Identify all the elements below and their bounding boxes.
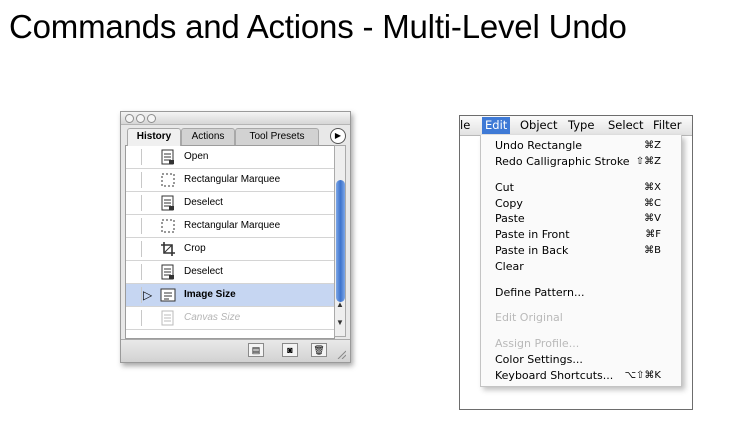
menu-item-define-pattern[interactable]: Define Pattern... — [495, 286, 584, 299]
zoom-icon[interactable] — [147, 114, 156, 123]
new-snapshot-icon[interactable]: ◙ — [282, 343, 298, 357]
source-checkbox[interactable] — [128, 149, 142, 165]
shortcut-redo: ⇧⌘Z — [635, 156, 661, 167]
history-item-label: Canvas Size — [184, 312, 241, 323]
palette-titlebar[interactable] — [121, 112, 350, 125]
scroll-up-icon[interactable]: ▲ — [335, 300, 345, 309]
shortcut-paste: ⌘V — [644, 213, 661, 224]
source-checkbox[interactable] — [128, 241, 142, 257]
menu-item-paste[interactable]: Paste — [495, 212, 525, 225]
menubar: le Edit Object Type Select Filter — [460, 116, 692, 136]
history-item-label: Rectangular Marquee — [184, 220, 281, 231]
history-list: Open Rectangular Marquee Deselect Rectan… — [125, 145, 335, 339]
menu-type[interactable]: Type — [568, 118, 594, 132]
menu-separator — [481, 329, 681, 330]
menu-item-assign-profile: Assign Profile... — [495, 337, 580, 350]
menu-item-keyboard-shortcuts[interactable]: Keyboard Shortcuts... — [495, 369, 613, 382]
history-item-label: Crop — [184, 243, 206, 254]
history-state-slider-icon[interactable]: ▷ — [143, 289, 152, 301]
menu-edit[interactable]: Edit — [482, 117, 511, 134]
history-scrollbar[interactable]: ▲ ▼ — [334, 145, 346, 337]
tab-tool-presets[interactable]: Tool Presets — [235, 128, 319, 145]
shortcut-keyboard-shortcuts: ⌥⇧⌘K — [624, 370, 661, 381]
source-checkbox[interactable] — [128, 172, 142, 188]
shortcut-paste-in-back: ⌘B — [644, 245, 661, 256]
image-size-icon — [160, 287, 176, 303]
tab-history[interactable]: History — [127, 128, 181, 146]
resize-grip-icon[interactable] — [336, 349, 346, 359]
edit-menu-dropdown: Undo Rectangle ⌘Z Redo Calligraphic Stro… — [480, 135, 682, 387]
source-checkbox[interactable] — [128, 195, 142, 211]
scrollbar-thumb[interactable] — [336, 180, 345, 302]
history-item[interactable]: Crop — [126, 238, 334, 261]
shortcut-paste-in-front: ⌘F — [645, 229, 661, 240]
source-checkbox[interactable] — [128, 264, 142, 280]
history-item-undone[interactable]: Canvas Size — [126, 307, 334, 330]
palette-bottom-bar: ▤ ◙ 🗑 — [121, 339, 350, 362]
menu-separator — [481, 304, 681, 305]
shortcut-copy: ⌘C — [644, 198, 661, 209]
document-icon — [160, 149, 176, 165]
menu-item-paste-in-back[interactable]: Paste in Back — [495, 244, 568, 257]
source-checkbox[interactable] — [128, 287, 142, 303]
history-item[interactable]: Rectangular Marquee — [126, 215, 334, 238]
document-icon — [160, 195, 176, 211]
source-checkbox[interactable] — [128, 218, 142, 234]
palette-tabs: History Actions Tool Presets — [127, 128, 345, 146]
menu-screenshot: le Edit Object Type Select Filter Undo R… — [459, 115, 693, 410]
history-item-label: Deselect — [184, 266, 223, 277]
history-item-label: Rectangular Marquee — [184, 174, 281, 185]
trash-icon[interactable]: 🗑 — [311, 343, 327, 357]
minimize-icon[interactable] — [136, 114, 145, 123]
palette-menu-icon[interactable]: ▶ — [330, 128, 346, 144]
new-document-from-state-icon[interactable]: ▤ — [248, 343, 264, 357]
source-checkbox[interactable] — [128, 310, 142, 326]
history-item-selected[interactable]: ▷ Image Size — [126, 284, 334, 307]
history-item[interactable]: Rectangular Marquee — [126, 169, 334, 192]
menu-file[interactable]: le — [460, 118, 470, 132]
close-icon[interactable] — [125, 114, 134, 123]
shortcut-undo: ⌘Z — [644, 140, 661, 151]
document-icon — [160, 264, 176, 280]
menu-select[interactable]: Select — [608, 118, 643, 132]
menu-separator — [481, 278, 681, 279]
marquee-icon — [160, 218, 176, 234]
menu-item-redo[interactable]: Redo Calligraphic Stroke — [495, 155, 630, 168]
menu-item-clear[interactable]: Clear — [495, 260, 524, 273]
history-item[interactable]: Deselect — [126, 192, 334, 215]
scroll-down-icon[interactable]: ▼ — [335, 318, 345, 327]
slide-title: Commands and Actions - Multi-Level Undo — [9, 8, 627, 45]
crop-icon — [160, 241, 176, 257]
document-icon — [160, 310, 176, 326]
history-item-label: Open — [184, 151, 209, 162]
history-palette: History Actions Tool Presets ▶ Open Rect… — [120, 111, 351, 363]
shortcut-cut: ⌘X — [644, 182, 661, 193]
menu-item-undo[interactable]: Undo Rectangle — [495, 139, 582, 152]
menu-item-copy[interactable]: Copy — [495, 197, 523, 210]
menu-item-paste-in-front[interactable]: Paste in Front — [495, 228, 570, 241]
marquee-icon — [160, 172, 176, 188]
history-item[interactable]: Open — [126, 146, 334, 169]
history-item-label: Image Size — [184, 289, 236, 300]
tab-actions[interactable]: Actions — [181, 128, 235, 145]
menu-filter[interactable]: Filter — [653, 118, 681, 132]
history-item[interactable]: Deselect — [126, 261, 334, 284]
menu-object[interactable]: Object — [520, 118, 557, 132]
menu-item-cut[interactable]: Cut — [495, 181, 514, 194]
menu-item-color-settings[interactable]: Color Settings... — [495, 353, 583, 366]
menu-separator — [481, 173, 681, 174]
history-item-label: Deselect — [184, 197, 223, 208]
menu-item-edit-original: Edit Original — [495, 311, 563, 324]
